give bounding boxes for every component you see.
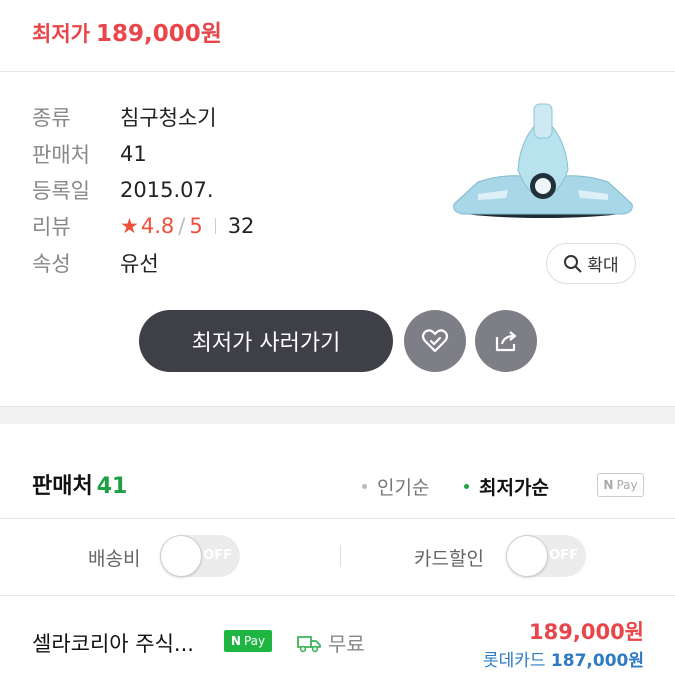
spec-category: 종류 침구청소기	[32, 102, 217, 132]
spec-value: 유선	[120, 252, 159, 276]
spec-value: 침구청소기	[120, 106, 217, 130]
review-count: 32	[227, 214, 255, 238]
sort-lowest-label: 최저가순	[479, 477, 549, 499]
seller-price: 189,000원	[529, 620, 644, 644]
share-button[interactable]	[475, 310, 537, 372]
sort-lowest[interactable]: 최저가순	[464, 473, 549, 500]
spec-key: 리뷰	[32, 215, 71, 239]
npay-badge: N Pay	[224, 630, 272, 652]
dot-icon	[464, 484, 469, 489]
card-filter-label: 카드할인	[414, 548, 484, 570]
npay-label: Pay	[616, 478, 638, 492]
sort-popular-label: 인기순	[377, 477, 430, 499]
review-rating-max: 5	[189, 214, 203, 238]
spec-value: 41	[120, 142, 147, 166]
lowest-price-header: 최저가 189,000원	[32, 14, 222, 48]
spec-attribute: 속성 유선	[32, 248, 159, 278]
section-gap	[0, 406, 675, 424]
zoom-label: 확대	[587, 256, 619, 276]
card-discount-price: 롯데카드 187,000원	[483, 646, 644, 671]
zoom-button[interactable]: 확대	[546, 243, 636, 284]
card-name: 롯데카드	[482, 651, 546, 671]
npay-n-icon: N	[230, 634, 241, 648]
spec-key: 종류	[32, 106, 71, 130]
npay-label: Pay	[243, 634, 266, 648]
seller-title: 판매처	[32, 474, 93, 499]
buy-lowest-button[interactable]: 최저가 사러가기	[139, 310, 393, 372]
spec-value: 2015.07.	[120, 178, 214, 202]
toggle-state: OFF	[203, 548, 232, 563]
shipping-filter-label: 배송비	[88, 548, 141, 570]
lowest-price-label: 최저가	[32, 22, 90, 46]
divider	[340, 545, 341, 567]
shipping-toggle[interactable]: OFF	[160, 535, 240, 577]
star-icon: ★	[120, 214, 139, 238]
shipping-info: 무료	[296, 628, 365, 657]
card-discount-toggle[interactable]: OFF	[506, 535, 586, 577]
divider	[0, 518, 675, 519]
truck-icon	[297, 635, 321, 652]
npay-n-icon: N	[603, 478, 614, 492]
rating-slash: /	[178, 214, 186, 238]
divider	[0, 71, 675, 72]
toggle-state: OFF	[549, 548, 578, 563]
spec-review[interactable]: 리뷰 ★ 4.8 / 5 32	[32, 211, 254, 241]
dot-icon	[362, 484, 367, 489]
shipping-fee: 무료	[328, 632, 365, 656]
sort-popular[interactable]: 인기순	[362, 473, 429, 500]
spec-key: 속성	[32, 252, 71, 276]
magnifier-icon	[564, 254, 583, 273]
share-icon	[495, 331, 517, 352]
review-rating: 4.8	[140, 214, 175, 238]
spec-sellers: 판매처 41	[32, 139, 147, 169]
lowest-price-value: 189,000원	[95, 21, 222, 47]
spec-key: 판매처	[32, 143, 90, 167]
divider	[0, 595, 675, 596]
spec-key: 등록일	[32, 179, 90, 203]
toggle-knob	[506, 535, 548, 577]
seller-name[interactable]: 셀라코리아 주식...	[32, 628, 194, 658]
product-image[interactable]	[448, 100, 638, 226]
npay-filter[interactable]: N Pay	[597, 473, 644, 497]
seller-section-title: 판매처 41	[32, 468, 127, 500]
spec-registered: 등록일 2015.07.	[32, 175, 214, 205]
card-price: 187,000원	[550, 651, 644, 671]
heart-check-icon	[421, 329, 449, 353]
seller-count: 41	[96, 474, 128, 499]
divider	[214, 218, 216, 234]
wishlist-button[interactable]	[404, 310, 466, 372]
toggle-knob	[160, 535, 202, 577]
